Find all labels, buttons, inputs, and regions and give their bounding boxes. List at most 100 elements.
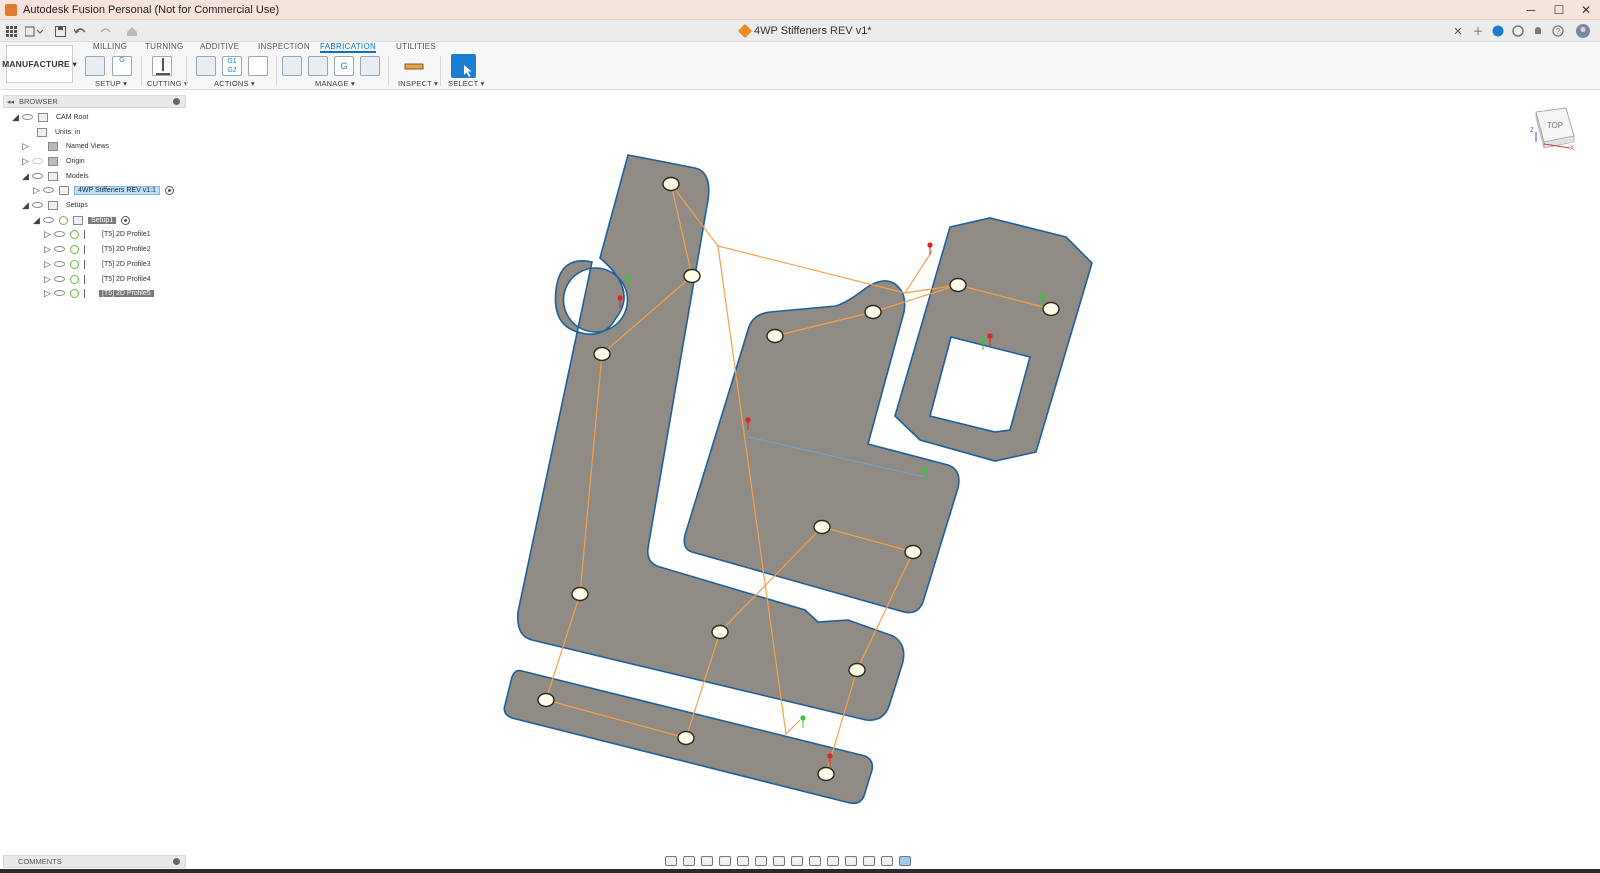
visibility-eye-icon[interactable] (32, 202, 43, 208)
cutting-tool-icon[interactable] (152, 56, 172, 76)
start-point-marker[interactable] (987, 333, 993, 339)
app-grid-icon[interactable] (4, 23, 18, 39)
tab-fabrication[interactable]: FABRICATION (320, 42, 377, 53)
visibility-eye-icon[interactable] (32, 173, 43, 179)
collapsed-triangle-icon[interactable]: ▷ (44, 259, 54, 269)
tree-node-setup1[interactable]: ◢ Setup1 (33, 213, 131, 227)
start-point-marker[interactable] (745, 417, 751, 423)
grid-settings-icon[interactable] (773, 856, 785, 866)
drill-hole[interactable] (766, 328, 784, 344)
drill-hole[interactable] (1042, 301, 1060, 317)
template-library-icon[interactable] (360, 56, 380, 76)
part-bottom-strip[interactable] (503, 669, 874, 805)
tab-additive[interactable]: ADDITIVE (200, 42, 239, 53)
simulate-icon[interactable] (196, 56, 216, 76)
start-point-marker[interactable] (927, 242, 933, 248)
visibility-eye-icon[interactable] (54, 231, 65, 237)
look-at-icon[interactable] (683, 856, 695, 866)
tree-node-profile3[interactable]: ▷ [T5] 2D Profile3 (44, 257, 154, 271)
help-icon[interactable]: ? (1550, 23, 1566, 39)
lead-in-line[interactable] (747, 436, 926, 478)
close-tab-icon[interactable]: ✕ (1452, 23, 1464, 39)
select-group-label[interactable]: SELECT ▾ (448, 79, 485, 88)
expanded-triangle-icon[interactable]: ◢ (12, 112, 22, 122)
start-point-marker[interactable] (827, 753, 833, 759)
drill-hole[interactable] (848, 662, 866, 678)
notifications-icon[interactable] (1530, 23, 1546, 39)
start-point-marker[interactable] (617, 295, 623, 301)
shaded-view-icon[interactable] (845, 856, 857, 866)
tool-library-icon[interactable] (282, 56, 302, 76)
stock-display-icon[interactable] (809, 856, 821, 866)
visibility-eye-icon[interactable] (43, 217, 54, 223)
part-center-plate[interactable] (683, 280, 960, 614)
collapsed-triangle-icon[interactable]: ▷ (44, 274, 54, 284)
tree-node-cam-root[interactable]: ◢ CAM Root (12, 110, 91, 124)
visibility-eye-icon[interactable] (54, 290, 65, 296)
collapsed-triangle-icon[interactable]: ▷ (44, 244, 54, 254)
end-point-marker[interactable] (625, 275, 631, 281)
tree-node-models[interactable]: ◢ Models (22, 169, 92, 183)
select-arrow-icon[interactable] (451, 54, 476, 78)
toolpath-line[interactable] (545, 183, 1052, 775)
pin-icon[interactable] (173, 98, 180, 105)
end-point-marker[interactable] (1040, 293, 1046, 299)
tab-milling[interactable]: MILLING (93, 42, 127, 53)
tree-node-profile4[interactable]: ▷ [T5] 2D Profile4 (44, 272, 154, 286)
drill-hole[interactable] (711, 624, 729, 640)
new-tab-icon[interactable]: ＋ (1470, 23, 1486, 39)
tree-node-setups[interactable]: ◢ Setups (22, 198, 91, 212)
redo-icon[interactable] (98, 23, 118, 39)
collapsed-triangle-icon[interactable]: ▷ (22, 156, 32, 166)
undo-icon[interactable] (73, 23, 93, 39)
tree-node-named-views[interactable]: ▷ Named Views (22, 139, 112, 153)
machine-library-icon[interactable] (308, 56, 328, 76)
setup-group-label[interactable]: SETUP ▾ (95, 79, 127, 88)
setup-sheet-icon[interactable]: G (112, 56, 132, 76)
activate-radio-icon[interactable] (164, 185, 174, 195)
part-l-bracket[interactable] (516, 154, 905, 721)
drill-hole[interactable] (593, 346, 611, 362)
pan-hand-icon[interactable] (701, 856, 713, 866)
tree-node-profile2[interactable]: ▷ [T5] 2D Profile2 (44, 242, 154, 256)
collapsed-triangle-icon[interactable]: ▷ (33, 185, 43, 195)
manage-group-label[interactable]: MANAGE ▾ (315, 79, 355, 88)
visibility-eye-icon[interactable] (32, 158, 43, 164)
comments-panel-header[interactable]: COMMENTS (3, 855, 186, 868)
minimize-button[interactable]: ─ (1517, 0, 1545, 20)
end-point-marker[interactable] (980, 337, 986, 343)
drill-hole[interactable] (677, 730, 695, 746)
sync-icon[interactable] (1490, 23, 1506, 39)
file-menu-icon[interactable] (24, 23, 44, 39)
cutting-group-label[interactable]: CUTTING ▾ (147, 79, 188, 88)
pin-icon[interactable] (173, 858, 180, 865)
collapsed-triangle-icon[interactable]: ▷ (44, 229, 54, 239)
close-window-button[interactable]: ✕ (1572, 0, 1600, 20)
collapsed-triangle-icon[interactable]: ▷ (22, 141, 32, 151)
machine-display-icon[interactable] (899, 856, 911, 866)
end-point-marker[interactable] (921, 467, 927, 473)
drill-hole[interactable] (949, 277, 967, 293)
graphics-viewport[interactable] (0, 0, 1600, 873)
visibility-eye-icon[interactable] (54, 261, 65, 267)
expanded-triangle-icon[interactable]: ◢ (33, 215, 43, 225)
fit-icon[interactable] (737, 856, 749, 866)
visibility-eye-icon[interactable] (22, 114, 33, 120)
tab-turning[interactable]: TURNING (145, 42, 184, 53)
tool-display-icon[interactable] (881, 856, 893, 866)
drill-hole[interactable] (537, 692, 555, 708)
end-point-marker[interactable] (800, 715, 806, 721)
viewports-icon[interactable] (791, 856, 803, 866)
nc-program-icon[interactable]: G (334, 56, 354, 76)
collapse-panel-icon[interactable]: ◂◂ (7, 98, 19, 106)
drill-hole[interactable] (683, 268, 701, 284)
zoom-icon[interactable] (719, 856, 731, 866)
drill-hole[interactable] (662, 176, 680, 192)
activate-radio-icon[interactable] (121, 215, 131, 225)
workspace-switcher-button[interactable]: MANUFACTURE ▾ (2, 45, 77, 83)
visibility-eye-icon[interactable] (54, 276, 65, 282)
maximize-button[interactable]: ☐ (1545, 0, 1573, 20)
setup-sheet-doc-icon[interactable] (248, 56, 268, 76)
save-icon[interactable] (53, 23, 67, 39)
home-icon[interactable] (124, 23, 140, 39)
